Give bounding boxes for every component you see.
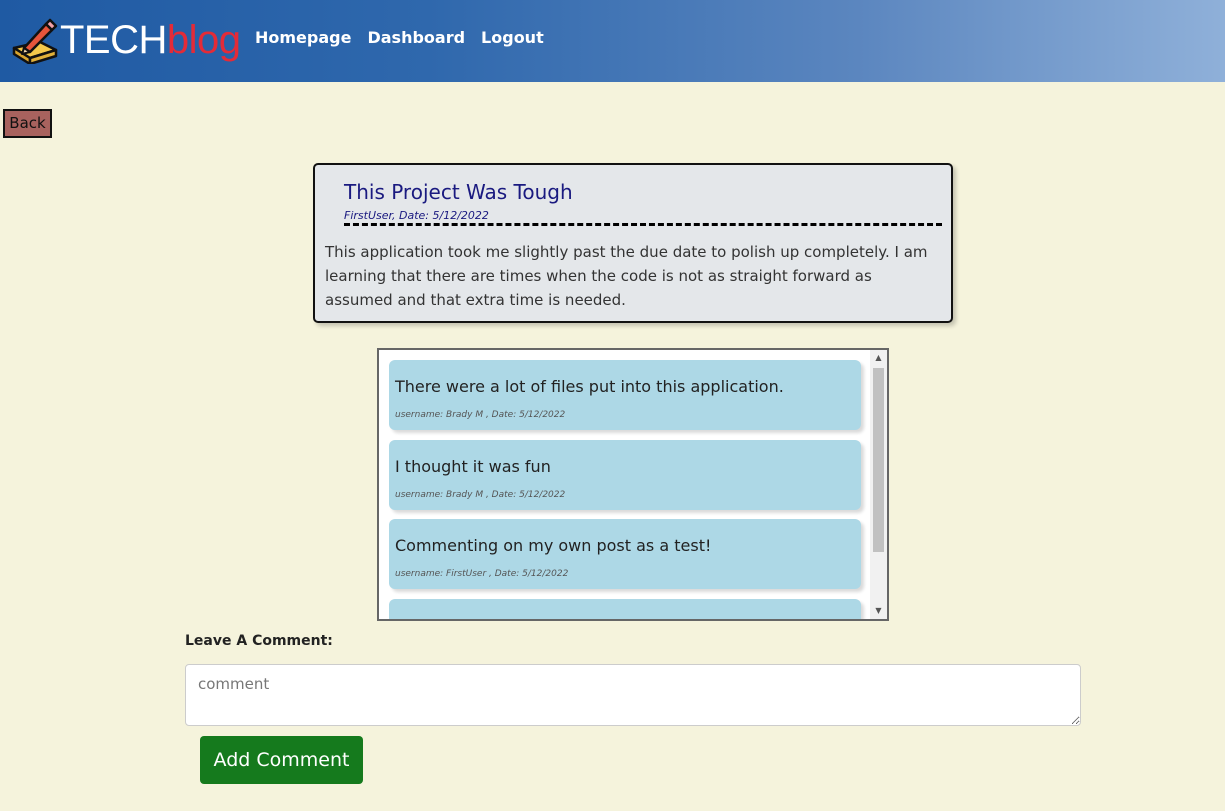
comment-meta: username: Brady M , Date: 5/12/2022 <box>395 410 566 420</box>
comment-text: There were a lot of files put into this … <box>395 377 784 396</box>
comment-text: Commenting on my own post as a test! <box>395 536 712 555</box>
logo-text-blog: blog <box>166 18 241 62</box>
nav-logout-link[interactable]: Logout <box>481 28 544 47</box>
back-button[interactable]: Back <box>3 109 52 138</box>
site-header: TECHblog Homepage Dashboard Logout <box>0 0 1225 82</box>
comment-item <box>389 599 861 619</box>
comment-item: I thought it was fun username: Brady M ,… <box>389 440 861 510</box>
scrollbar-thumb[interactable] <box>873 368 884 552</box>
logo-text-tech: TECH <box>60 18 167 62</box>
comment-meta: username: Brady M , Date: 5/12/2022 <box>395 490 566 500</box>
post-title: This Project Was Tough <box>344 180 573 204</box>
nav-homepage-link[interactable]: Homepage <box>255 28 351 47</box>
scroll-up-arrow-icon[interactable]: ▲ <box>870 350 887 366</box>
site-logo[interactable]: TECHblog <box>60 16 241 64</box>
post-divider <box>344 223 942 226</box>
post-body: This application took me slightly past t… <box>325 243 928 309</box>
post-meta: FirstUser, Date: 5/12/2022 <box>344 209 489 222</box>
nav-dashboard-link[interactable]: Dashboard <box>367 28 465 47</box>
comments-list[interactable]: There were a lot of files put into this … <box>377 348 889 621</box>
comments-scrollbar[interactable]: ▲ ▼ <box>870 350 887 619</box>
add-comment-button[interactable]: Add Comment <box>200 736 363 784</box>
main-nav: Homepage Dashboard Logout <box>255 28 544 47</box>
comment-input[interactable] <box>185 664 1081 726</box>
comment-item: Commenting on my own post as a test! use… <box>389 519 861 589</box>
pencil-paper-icon <box>12 18 58 64</box>
comment-meta: username: FirstUser , Date: 5/12/2022 <box>395 569 569 579</box>
comment-item: There were a lot of files put into this … <box>389 360 861 430</box>
post-card: This Project Was Tough FirstUser, Date: … <box>313 163 953 323</box>
comment-text: I thought it was fun <box>395 457 551 476</box>
comment-form-label: Leave A Comment: <box>185 633 333 649</box>
scroll-down-arrow-icon[interactable]: ▼ <box>870 603 887 619</box>
